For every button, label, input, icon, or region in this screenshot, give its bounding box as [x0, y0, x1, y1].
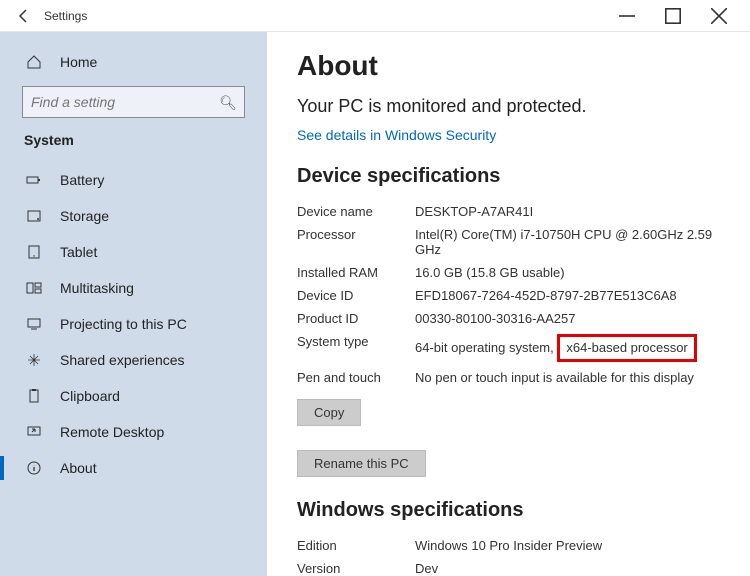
home-nav[interactable]: Home	[0, 44, 267, 80]
sidebar-item-label: Multitasking	[60, 280, 134, 296]
content-area: About Your PC is monitored and protected…	[267, 32, 750, 576]
window-controls	[604, 0, 742, 32]
sidebar-item-label: Storage	[60, 208, 109, 224]
spec-value: Windows 10 Pro Insider Preview	[415, 538, 720, 553]
system-type-os: 64-bit operating system,	[415, 340, 554, 355]
about-icon	[24, 460, 44, 476]
spec-device-name: Device name DESKTOP-A7AR41I	[297, 200, 720, 223]
protected-status: Your PC is monitored and protected.	[297, 96, 720, 117]
sidebar-item-clipboard[interactable]: Clipboard	[0, 378, 267, 414]
search-wrap: 🔍︎	[0, 80, 267, 128]
spec-label: Device name	[297, 204, 415, 219]
spec-value: 16.0 GB (15.8 GB usable)	[415, 265, 720, 280]
spec-processor: Processor Intel(R) Core(TM) i7-10750H CP…	[297, 223, 720, 261]
projecting-icon	[24, 316, 44, 332]
spec-label: Installed RAM	[297, 265, 415, 280]
titlebar: Settings	[0, 0, 750, 32]
page-title: About	[297, 50, 720, 82]
arrow-left-icon	[16, 8, 32, 24]
sidebar-item-label: Remote Desktop	[60, 424, 164, 440]
window-title: Settings	[44, 9, 87, 23]
spec-label: Product ID	[297, 311, 415, 326]
maximize-button[interactable]	[650, 0, 696, 32]
sidebar-item-label: Projecting to this PC	[60, 316, 187, 332]
back-button[interactable]	[8, 0, 40, 32]
minimize-button[interactable]	[604, 0, 650, 32]
tablet-icon	[24, 244, 44, 260]
battery-icon	[24, 172, 44, 188]
spec-label: System type	[297, 334, 415, 362]
sidebar-item-multitasking[interactable]: Multitasking	[0, 270, 267, 306]
storage-icon	[24, 208, 44, 224]
security-link[interactable]: See details in Windows Security	[297, 127, 720, 143]
sidebar-item-tablet[interactable]: Tablet	[0, 234, 267, 270]
windows-spec-heading: Windows specifications	[297, 499, 720, 522]
settings-window: Settings Home 🔍︎ System Battery	[0, 0, 750, 576]
spec-pen-touch: Pen and touch No pen or touch input is a…	[297, 366, 720, 389]
device-spec-heading: Device specifications	[297, 165, 720, 188]
system-header: System	[0, 132, 267, 148]
remote-icon	[24, 424, 44, 440]
spec-label: Device ID	[297, 288, 415, 303]
home-label: Home	[60, 54, 97, 70]
multitasking-icon	[24, 280, 44, 296]
spec-label: Edition	[297, 538, 415, 553]
spec-version: Version Dev	[297, 557, 720, 576]
minimize-icon	[619, 8, 635, 24]
spec-label: Version	[297, 561, 415, 576]
sidebar-item-shared[interactable]: Shared experiences	[0, 342, 267, 378]
spec-value: 64-bit operating system, x64-based proce…	[415, 334, 720, 362]
rename-pc-button[interactable]: Rename this PC	[297, 450, 426, 477]
home-icon	[24, 54, 44, 70]
copy-button[interactable]: Copy	[297, 399, 361, 426]
spec-value: DESKTOP-A7AR41I	[415, 204, 720, 219]
sidebar-item-label: Clipboard	[60, 388, 120, 404]
sidebar-item-battery[interactable]: Battery	[0, 162, 267, 198]
spec-label: Processor	[297, 227, 415, 257]
system-type-processor-highlight: x64-based processor	[557, 334, 696, 362]
sidebar-item-about[interactable]: About	[0, 450, 267, 486]
spec-value: Intel(R) Core(TM) i7-10750H CPU @ 2.60GH…	[415, 227, 720, 257]
spec-value: EFD18067-7264-452D-8797-2B77E513C6A8	[415, 288, 720, 303]
sidebar-item-label: Battery	[60, 172, 104, 188]
maximize-icon	[665, 8, 681, 24]
spec-label: Pen and touch	[297, 370, 415, 385]
sidebar-item-storage[interactable]: Storage	[0, 198, 267, 234]
close-button[interactable]	[696, 0, 742, 32]
search-input[interactable]	[22, 86, 245, 118]
spec-value: No pen or touch input is available for t…	[415, 370, 720, 385]
sidebar-item-label: Shared experiences	[60, 352, 185, 368]
sidebar-item-remote[interactable]: Remote Desktop	[0, 414, 267, 450]
spec-edition: Edition Windows 10 Pro Insider Preview	[297, 534, 720, 557]
sidebar-item-projecting[interactable]: Projecting to this PC	[0, 306, 267, 342]
spec-system-type: System type 64-bit operating system, x64…	[297, 330, 720, 366]
close-icon	[711, 8, 727, 24]
spec-device-id: Device ID EFD18067-7264-452D-8797-2B77E5…	[297, 284, 720, 307]
clipboard-icon	[24, 388, 44, 404]
shared-icon	[24, 352, 44, 368]
sidebar-item-label: Tablet	[60, 244, 97, 260]
spec-value: Dev	[415, 561, 720, 576]
spec-product-id: Product ID 00330-80100-30316-AA257	[297, 307, 720, 330]
search-icon: 🔍︎	[219, 95, 237, 112]
spec-value: 00330-80100-30316-AA257	[415, 311, 720, 326]
spec-ram: Installed RAM 16.0 GB (15.8 GB usable)	[297, 261, 720, 284]
sidebar-item-label: About	[60, 460, 97, 476]
sidebar: Home 🔍︎ System Battery Storage Tablet	[0, 32, 267, 576]
